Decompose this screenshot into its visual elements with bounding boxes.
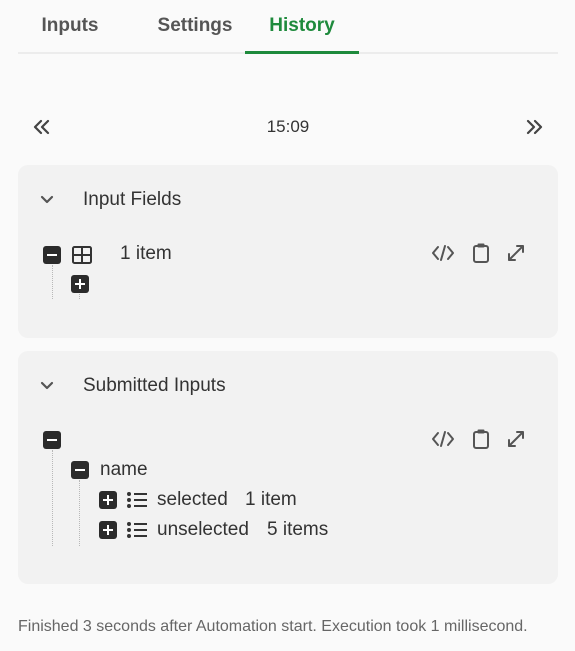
history-timestamp: 15:09	[266, 117, 310, 136]
input-fields-card: Input Fields 1 item	[18, 165, 558, 338]
execution-summary: Finished 3 seconds after Automation star…	[18, 618, 528, 635]
double-chevron-right-icon	[526, 119, 543, 135]
item-count: 1 item	[120, 243, 172, 264]
tab-bar: Inputs Settings History	[18, 0, 558, 54]
tab-inputs[interactable]: Inputs	[32, 0, 108, 52]
tab-history[interactable]: History	[245, 0, 359, 54]
clipboard-icon	[473, 243, 489, 263]
tree-guide-line	[79, 480, 80, 546]
view-code-button[interactable]	[430, 426, 456, 452]
collapse-toggle[interactable]	[43, 431, 61, 449]
tree-node-key: unselected	[157, 519, 249, 540]
submitted-inputs-title: Submitted Inputs	[83, 375, 226, 396]
copy-button[interactable]	[468, 240, 494, 266]
input-fields-title: Input Fields	[83, 189, 182, 210]
previous-entry-button[interactable]	[25, 110, 59, 144]
tree-node-label: name	[100, 459, 148, 480]
tab-settings[interactable]: Settings	[140, 0, 250, 52]
collapse-toggle[interactable]	[71, 461, 89, 479]
view-code-button[interactable]	[430, 240, 456, 266]
tree-guide-line	[52, 450, 53, 546]
tree-guide-line	[52, 265, 53, 299]
submitted-inputs-header[interactable]: Submitted Inputs	[18, 351, 558, 421]
input-fields-header[interactable]: Input Fields	[18, 165, 558, 235]
expand-view-button[interactable]	[503, 426, 529, 452]
code-icon	[432, 245, 454, 261]
expand-icon	[508, 431, 524, 447]
expand-view-button[interactable]	[503, 240, 529, 266]
expand-icon	[508, 245, 524, 261]
tree-node-key: selected	[157, 489, 228, 510]
submitted-inputs-card: Submitted Inputs name selected 1 item un…	[18, 351, 558, 584]
history-navigation: 15:09	[18, 110, 558, 144]
chevron-down-icon[interactable]	[40, 193, 54, 207]
list-icon	[127, 522, 147, 538]
clipboard-icon	[473, 429, 489, 449]
chevron-down-icon[interactable]	[40, 379, 54, 393]
table-icon	[72, 246, 92, 264]
next-entry-button[interactable]	[517, 110, 551, 144]
double-chevron-left-icon	[33, 119, 50, 135]
expand-toggle[interactable]	[99, 491, 117, 509]
collapse-toggle[interactable]	[43, 246, 61, 264]
copy-button[interactable]	[468, 426, 494, 452]
expand-toggle[interactable]	[99, 521, 117, 539]
tree-node-count: 1 item	[245, 489, 297, 510]
expand-toggle[interactable]	[71, 275, 89, 293]
tree-node-count: 5 items	[267, 519, 329, 540]
code-icon	[432, 431, 454, 447]
list-icon	[127, 492, 147, 508]
